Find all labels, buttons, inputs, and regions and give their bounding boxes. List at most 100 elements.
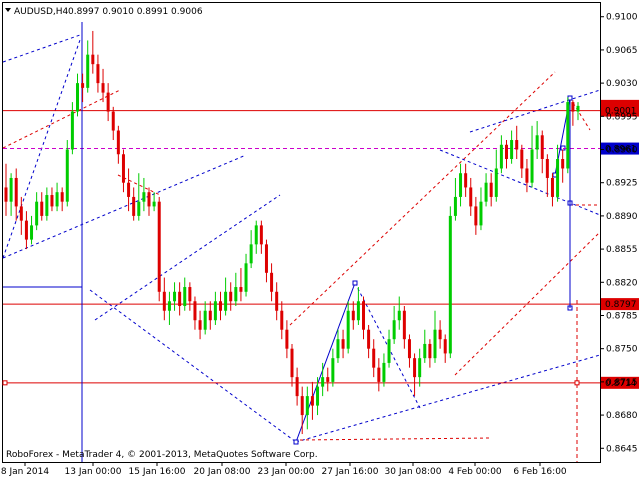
candle-body	[55, 192, 59, 207]
candle-body	[65, 149, 69, 202]
candle-body	[270, 272, 274, 292]
candle-body	[91, 54, 95, 65]
candle-body	[30, 225, 34, 240]
candle-body	[316, 386, 320, 406]
candle-body	[14, 177, 18, 207]
candle-body	[413, 358, 417, 378]
candle-body	[392, 320, 396, 340]
price-level-label: 0.8797	[605, 300, 637, 310]
candle-body	[326, 377, 330, 382]
candle-body	[137, 201, 141, 216]
candle-body	[249, 244, 253, 264]
candle-body	[561, 158, 565, 169]
candle-body	[198, 320, 202, 330]
candle-body	[259, 225, 263, 245]
candle-body	[372, 348, 376, 368]
y-tick-label: 0.8855	[606, 245, 638, 255]
candle-body	[162, 291, 166, 311]
candle-body	[336, 339, 340, 359]
current-price-tag	[601, 99, 639, 106]
candle-body	[530, 149, 534, 183]
candle-body	[167, 301, 171, 311]
candle-body	[4, 187, 8, 202]
candle-body	[76, 83, 79, 112]
pivot-marker	[567, 95, 573, 101]
candle-body	[550, 177, 554, 197]
candle-body	[418, 358, 422, 378]
candle-body	[203, 310, 207, 330]
x-tick-label: 27 Jan 16:00	[322, 467, 379, 477]
candle-body	[219, 301, 222, 311]
candle-body	[489, 182, 493, 197]
candle-body	[520, 149, 524, 169]
y-tick-label: 0.8890	[606, 212, 638, 222]
candle-body	[224, 291, 228, 311]
candle-body	[178, 291, 182, 307]
level-marker	[574, 380, 580, 386]
candle-body	[510, 140, 514, 159]
candle-body	[351, 310, 355, 321]
y-tick-label: 0.8750	[606, 345, 638, 355]
candle-body	[479, 201, 483, 226]
candle-body	[382, 362, 386, 382]
candle-body	[96, 64, 100, 84]
candle-body	[571, 102, 575, 112]
y-tick-label: 0.9030	[606, 79, 638, 89]
candle-body	[157, 201, 161, 292]
pivot-marker	[293, 439, 299, 445]
candle-body	[300, 396, 304, 416]
candle-body	[346, 310, 350, 349]
candle-body	[387, 339, 391, 363]
candle-body	[132, 196, 136, 216]
candle-body	[397, 310, 401, 321]
candle-body	[264, 244, 268, 273]
y-tick-label: 0.8960	[606, 146, 638, 156]
candle-body	[121, 154, 125, 183]
candle-body	[285, 329, 289, 349]
candle-body	[60, 192, 64, 202]
x-tick-label: 8 Jan 2014	[1, 467, 49, 477]
candle-body	[116, 130, 120, 155]
pivot-marker	[352, 280, 358, 286]
candle-body	[142, 192, 146, 202]
copyright-text: RoboForex - MetaTrader 4, © 2001-2013, M…	[6, 450, 318, 460]
candle-body	[535, 135, 539, 150]
candle-body	[576, 105, 580, 112]
candle-body	[35, 201, 39, 226]
candle-body	[566, 102, 570, 169]
candle-body	[81, 83, 85, 88]
candle-body	[407, 339, 411, 359]
candle-body	[147, 192, 151, 207]
candle-body	[377, 367, 381, 382]
y-tick-label: 0.9100	[606, 13, 638, 23]
x-tick-label: 23 Jan 00:00	[258, 467, 315, 477]
candle-body	[423, 343, 427, 359]
candle-body	[464, 173, 468, 188]
candle-body	[9, 177, 13, 202]
candle-body	[86, 54, 90, 88]
candle-body	[280, 310, 284, 330]
candle-body	[45, 195, 49, 216]
candle-body	[70, 111, 74, 150]
candle-body	[453, 196, 457, 216]
candle-body	[50, 195, 54, 207]
candle-body	[173, 291, 177, 302]
candle-body	[310, 396, 314, 406]
candle-body	[494, 168, 498, 197]
level-marker	[2, 380, 8, 386]
candle-body	[474, 206, 478, 226]
candle-body	[290, 348, 294, 378]
candle-body	[213, 301, 217, 321]
candle-body	[183, 287, 187, 307]
candle-body	[295, 377, 299, 397]
candle-body	[459, 173, 463, 197]
candle-body	[188, 287, 192, 302]
x-tick-label: 6 Feb 16:00	[513, 467, 567, 477]
x-tick-label: 20 Jan 08:00	[194, 467, 251, 477]
candle-body	[152, 201, 156, 207]
candle-body	[254, 225, 258, 245]
candle-body	[469, 187, 473, 207]
candle-body	[321, 377, 325, 387]
y-tick-label: 0.8995	[606, 112, 638, 122]
candle-body	[101, 83, 105, 93]
